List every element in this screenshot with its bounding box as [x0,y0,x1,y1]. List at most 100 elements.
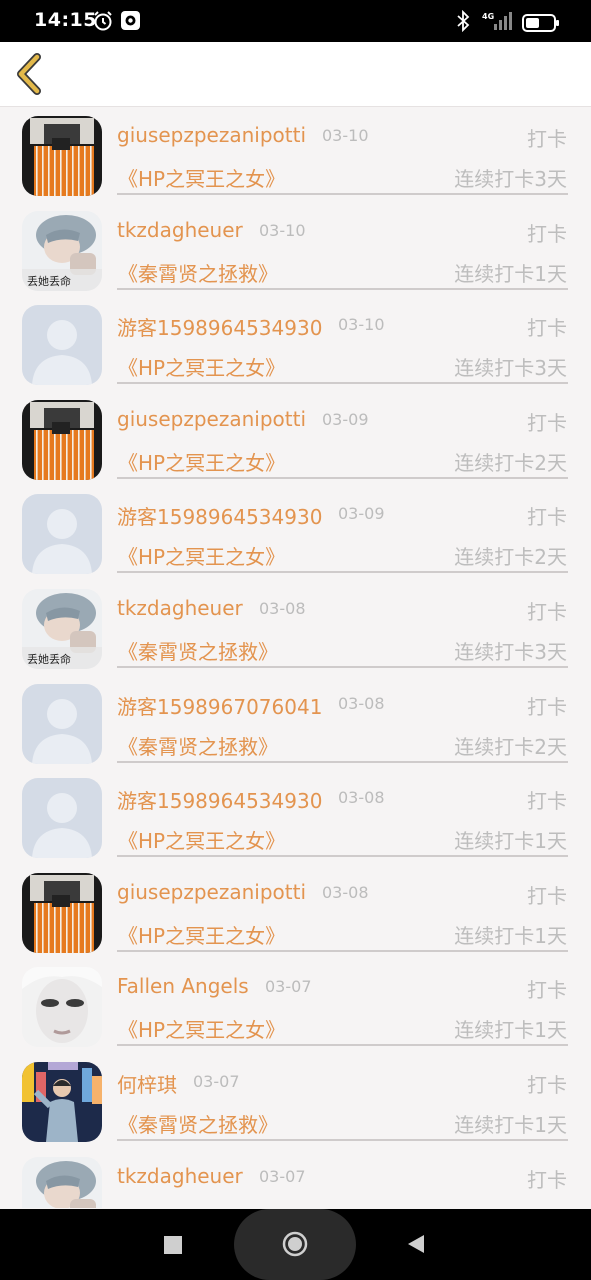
home-icon[interactable] [282,1231,308,1257]
avatar[interactable] [22,116,102,196]
streak-text: 连续打卡2天 [454,545,567,570]
book-title[interactable]: 《HP之冥王之女》 [118,920,285,949]
username[interactable]: giusepzpezanipotti [117,123,306,147]
checkin-label: 打卡 [527,789,567,814]
status-time: 14:15 [34,9,97,31]
avatar[interactable] [22,494,102,575]
streak-text: 连续打卡1天 [454,829,567,854]
checkin-label: 打卡 [527,600,567,624]
top-bar [0,42,591,107]
checkin-label: 打卡 [527,883,567,908]
book-title[interactable]: 《秦霄贤之拯救》 [118,731,278,760]
list-item[interactable]: 游客1598964534930 03-08 打卡《HP之冥王之女》 连续打卡1天 [0,771,591,866]
avatar[interactable] [22,683,102,764]
list-item[interactable]: Fallen Angels 03-07 打卡《HP之冥王之女》 连续打卡1天 [0,960,591,1055]
svg-text:4G: 4G [482,12,494,21]
book-title[interactable]: 《HP之冥王之女》 [118,541,285,570]
streak-text: 连续打卡3天 [454,1204,567,1209]
divider [117,382,568,385]
username[interactable]: 游客1598964534930 [117,501,322,530]
checkin-list: giusepzpezanipotti 03-10 打卡 《HP之冥王之女》 连续打卡3天… [0,108,591,1208]
battery-icon [522,14,559,32]
checkin-label: 打卡 [527,505,567,530]
book-title[interactable]: 《HP之冥王之女》 [118,163,285,192]
divider [117,760,568,763]
streak-text: 连续打卡1天 [454,1018,567,1043]
checkin-date: 03-10 [338,315,385,335]
checkin-date: 03-07 [193,1072,240,1091]
back-triangle-icon[interactable] [406,1233,426,1255]
checkin-date: 03-08 [338,693,385,713]
avatar[interactable] [22,305,102,386]
avatar[interactable] [22,967,102,1048]
divider [117,949,568,952]
recent-apps-icon[interactable] [164,1236,182,1254]
streak-text: 连续打卡1天 [454,1113,567,1137]
checkin-label: 打卡 [527,410,567,435]
list-item[interactable]: giusepzpezanipotti 03-09 打卡 《HP之冥王之女》 连续打卡2天 [0,393,591,488]
list-item[interactable]: 何梓琪 03-07 打卡《秦霄贤之拯救》 连续打卡1天 [0,1055,591,1150]
book-title[interactable]: 《秦霄贤之拯救》 [118,258,278,287]
avatar[interactable]: 丢她丢命 [22,589,102,669]
svg-text:丢她丢命: 丢她丢命 [27,274,71,288]
list-item[interactable]: 游客1598964534930 03-09 打卡《HP之冥王之女》 连续打卡2天 [0,487,591,582]
checkin-label: 打卡 [527,221,567,246]
divider [117,571,568,574]
username[interactable]: giusepzpezanipotti [117,407,306,431]
list-item[interactable]: 游客1598967076041 03-08 打卡 《秦霄贤之拯救》 连续打卡2天 [0,677,591,772]
alarm-icon [94,11,112,31]
book-title[interactable]: 《HP之冥王之女》 [118,447,285,476]
list-item[interactable]: giusepzpezanipotti 03-08 打卡《HP之冥王之女》 连续打卡1天 [0,866,591,961]
username[interactable]: tkzdagheuer [117,596,243,620]
checkin-date: 03-09 [338,504,385,524]
divider [117,1139,568,1141]
signal-icon: 4G [482,12,512,30]
divider [117,287,568,290]
checkin-label: 打卡 [527,1073,567,1097]
book-title[interactable]: 《秦霄贤之拯救》 [118,1109,278,1138]
username[interactable]: Fallen Angels [117,974,249,998]
divider [117,1044,568,1047]
avatar[interactable]: 丢她丢命 [22,1156,102,1208]
list-item[interactable]: 游客1598964534930 03-10 打卡 《HP之冥王之女》 连续打卡3天 [0,298,591,393]
checkin-date: 03-07 [265,977,312,997]
checkin-date: 03-07 [259,1166,306,1186]
avatar[interactable] [22,399,102,480]
avatar[interactable]: 丢她丢命 [22,210,102,291]
username[interactable]: 何梓琪 [117,1069,177,1098]
avatar[interactable] [22,1062,102,1142]
streak-text: 连续打卡2天 [454,450,567,475]
checkin-label: 打卡 [527,978,567,1003]
username[interactable]: giusepzpezanipotti [117,880,306,904]
svg-text:丢她丢命: 丢她丢命 [27,652,71,666]
app-notification-icon [121,11,140,30]
checkin-date: 03-08 [322,882,369,902]
book-title[interactable]: 《HP之冥王之女》 [118,352,285,381]
username[interactable]: 游客1598964534930 [117,785,322,814]
book-title[interactable]: 《秦霄贤之拯救》 [118,1204,278,1209]
checkin-label: 打卡 [527,127,567,151]
chevron-left-icon[interactable] [10,52,50,96]
checkin-date: 03-10 [259,220,306,240]
book-title[interactable]: 《秦霄贤之拯救》 [118,636,278,665]
checkin-date: 03-10 [322,126,369,145]
list-item[interactable]: 丢她丢命 tkzdagheuer 03-08 打卡 《秦霄贤之拯救》 连续打卡3天 [0,582,591,677]
divider [117,666,568,668]
list-item[interactable]: 丢她丢命 tkzdagheuer 03-07 打卡《秦霄贤之拯救》 连续打卡3天 [0,1150,591,1208]
checkin-label: 打卡 [527,1167,567,1192]
streak-text: 连续打卡1天 [454,923,567,948]
navigation-bar [0,1209,591,1280]
checkin-date: 03-08 [338,788,385,808]
username[interactable]: tkzdagheuer [117,218,243,242]
avatar[interactable] [22,778,102,859]
list-item[interactable]: 丢她丢命 tkzdagheuer 03-10 打卡《秦霄贤之拯救》 连续打卡1天 [0,204,591,299]
username[interactable]: tkzdagheuer [117,1164,243,1188]
book-title[interactable]: 《HP之冥王之女》 [118,825,285,854]
avatar[interactable] [22,872,102,953]
streak-text: 连续打卡1天 [454,261,567,286]
list-item[interactable]: giusepzpezanipotti 03-10 打卡 《HP之冥王之女》 连续打卡3天 [0,109,591,204]
divider [117,193,568,195]
book-title[interactable]: 《HP之冥王之女》 [118,1014,285,1043]
username[interactable]: 游客1598964534930 [117,312,322,341]
username[interactable]: 游客1598967076041 [117,691,322,720]
